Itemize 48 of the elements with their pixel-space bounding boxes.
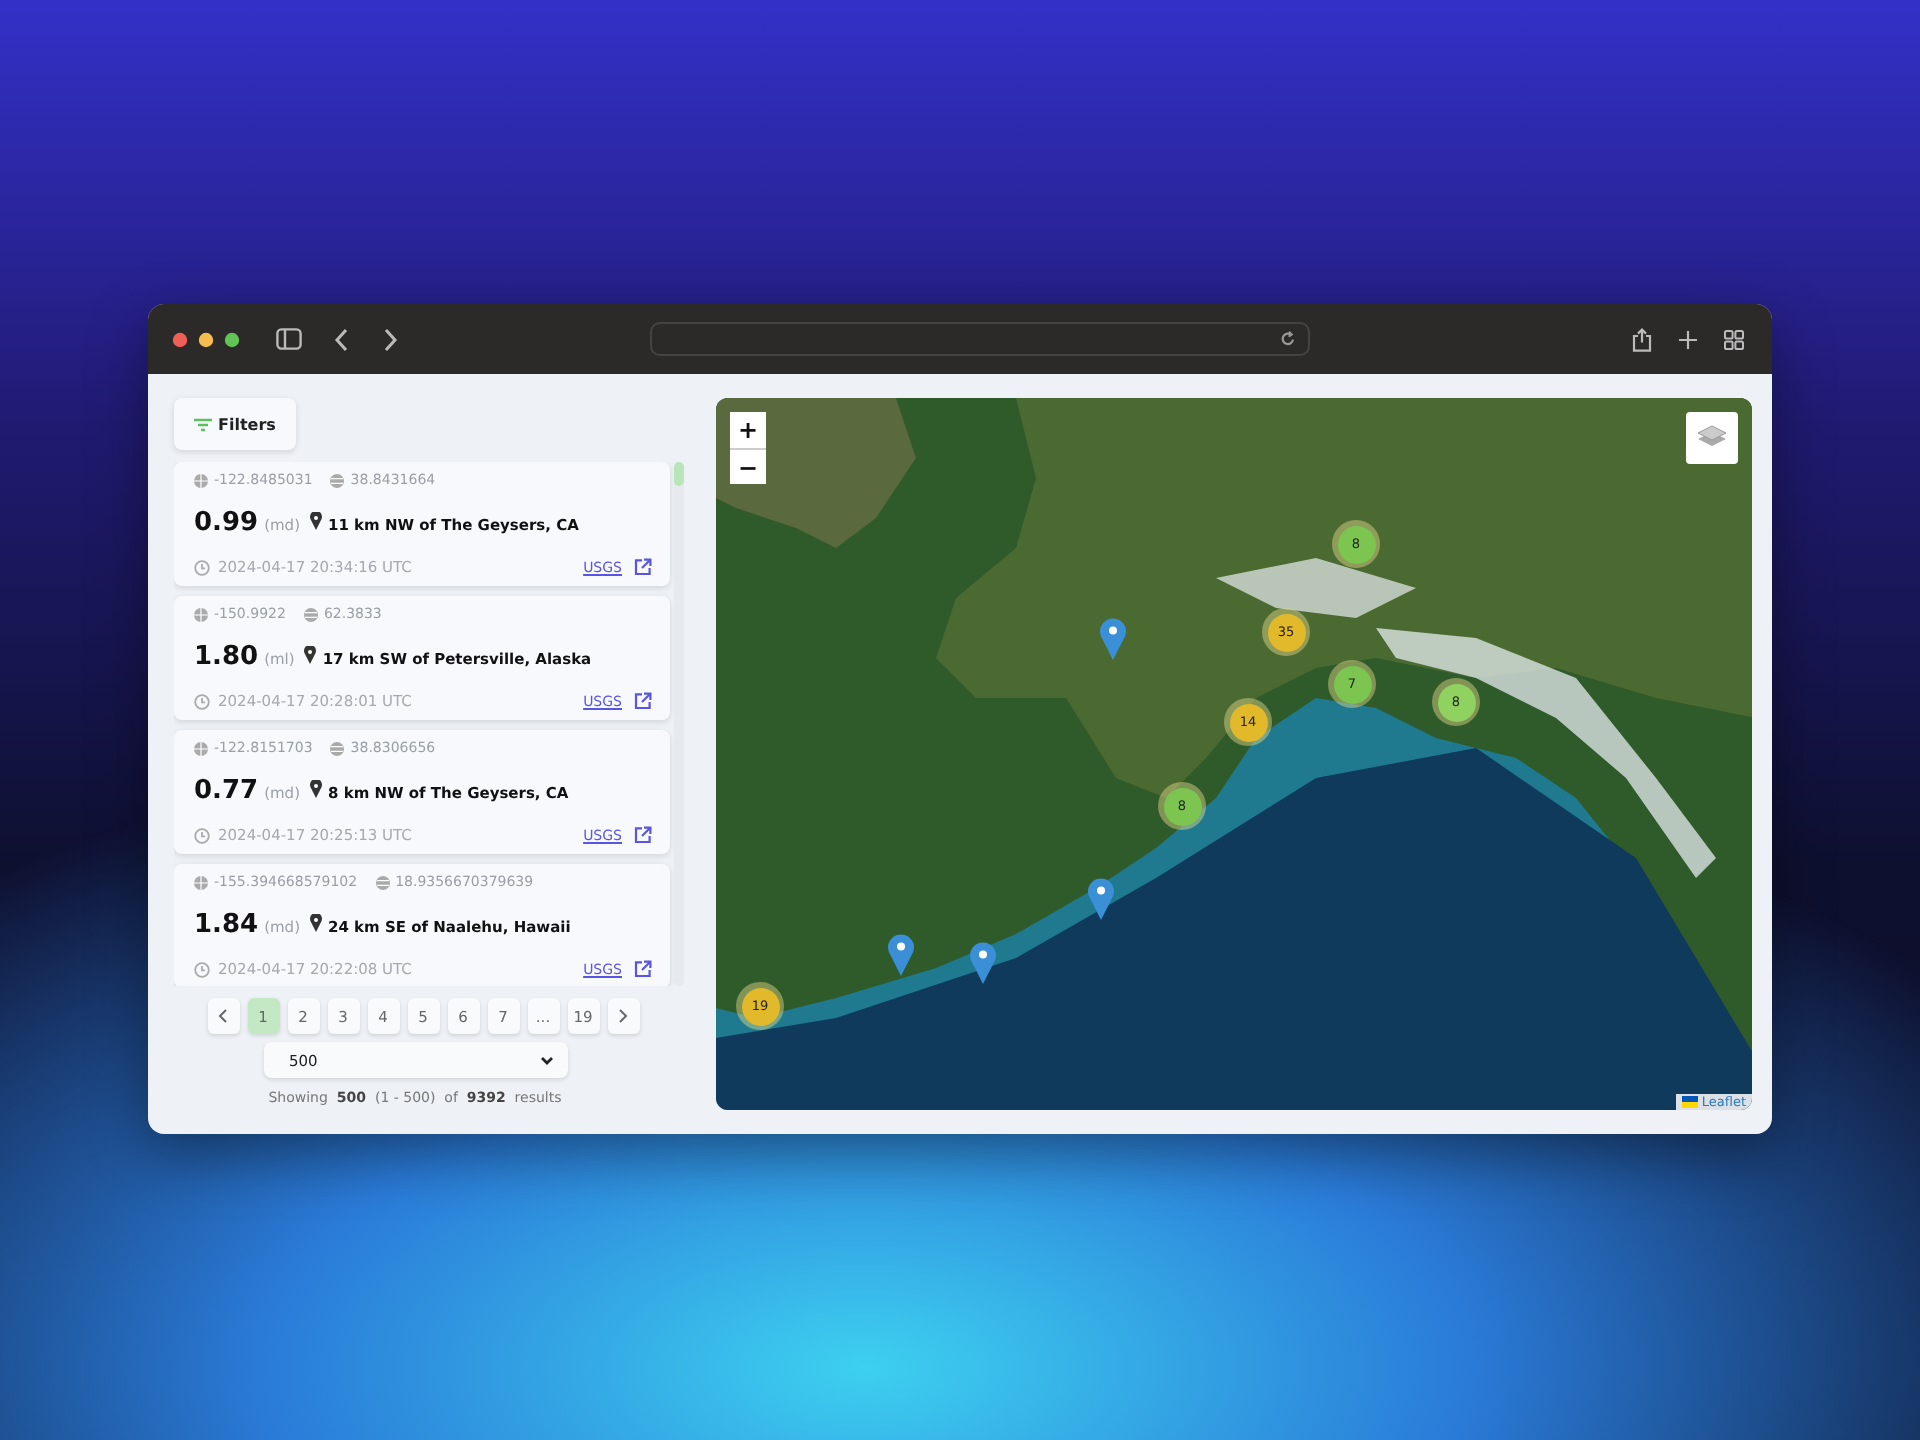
- previous-page-button[interactable]: [207, 998, 239, 1034]
- globe-icon: [194, 875, 208, 889]
- location-pin-icon: [310, 914, 322, 932]
- forward-icon[interactable]: [382, 327, 398, 351]
- latitude-icon: [330, 741, 345, 755]
- sidebar-icon[interactable]: [276, 328, 302, 350]
- window-controls-icon[interactable]: [172, 331, 244, 347]
- clock-icon: [194, 827, 210, 843]
- magnitude-value: 0.77: [194, 776, 259, 806]
- back-icon[interactable]: [334, 327, 350, 351]
- reload-icon[interactable]: [1280, 330, 1296, 348]
- latitude-icon: [303, 607, 318, 621]
- location-pin-icon: [304, 646, 317, 664]
- clock-icon: [194, 693, 210, 709]
- flag-icon: [1681, 1096, 1698, 1108]
- tab-overview-icon[interactable]: [1724, 329, 1744, 349]
- clock-icon: [194, 961, 210, 977]
- magnitude-value: 1.80: [194, 642, 259, 672]
- map-pin-icon[interactable]: [1087, 878, 1113, 920]
- share-icon[interactable]: [1632, 327, 1652, 351]
- location-pin-icon: [310, 780, 322, 798]
- external-link-icon[interactable]: [634, 692, 652, 710]
- caret-icon: [539, 1055, 553, 1065]
- filter-icon: [194, 417, 212, 431]
- magnitude-value: 1.84: [194, 910, 259, 940]
- filters-button[interactable]: Filters: [174, 398, 296, 450]
- location-pin-icon: [310, 512, 322, 530]
- chevron-right-icon: [618, 1008, 628, 1024]
- external-link-icon[interactable]: [634, 558, 652, 576]
- globe-icon: [194, 473, 208, 487]
- zoom-out-button[interactable]: −: [730, 448, 766, 484]
- globe-icon: [194, 607, 208, 621]
- satellite-map-background[interactable]: [716, 398, 1752, 1110]
- chevron-left-icon: [218, 1008, 228, 1024]
- scrollbar[interactable]: [674, 462, 684, 986]
- new-tab-icon[interactable]: [1678, 329, 1698, 349]
- latitude-icon: [330, 473, 345, 487]
- map-pin-icon[interactable]: [887, 934, 913, 976]
- latitude-icon: [375, 875, 390, 889]
- external-link-icon[interactable]: [634, 826, 652, 844]
- map-pin-icon[interactable]: [969, 942, 995, 984]
- clock-icon: [194, 559, 210, 575]
- magnitude-value: 0.99: [194, 508, 259, 538]
- map-pin-icon[interactable]: [1099, 618, 1125, 660]
- next-page-button[interactable]: [607, 998, 639, 1034]
- external-link-icon[interactable]: [634, 960, 652, 978]
- layers-icon: [1696, 424, 1728, 452]
- globe-icon: [194, 741, 208, 755]
